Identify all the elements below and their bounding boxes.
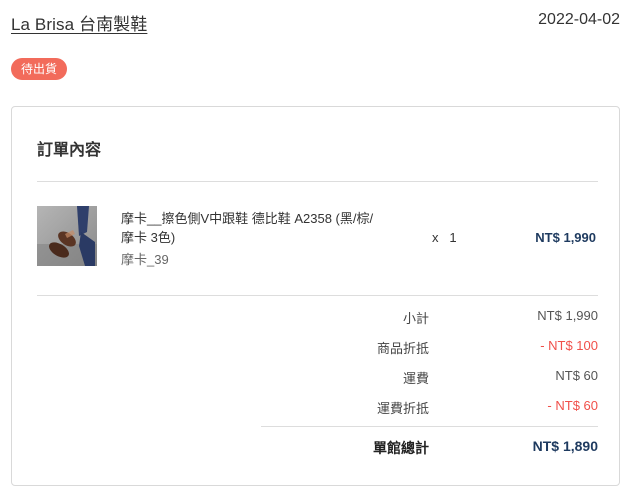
summary-row-subtotal: 小計 NT$ 1,990: [12, 308, 621, 328]
product-variant: 摩卡_39: [121, 252, 169, 267]
summary-row-total: 單館總計 NT$ 1,890: [12, 438, 621, 458]
order-card: 訂單內容 摩卡__擦色側V中跟鞋 德比鞋 A2358 (黑/棕/摩卡 3色) 摩…: [11, 106, 620, 486]
summary-value: NT$ 1,990: [537, 308, 598, 323]
summary-value: NT$ 60: [555, 368, 598, 383]
order-title: 訂單內容: [37, 142, 102, 159]
order-date: 2022-04-02: [538, 11, 620, 28]
summary-row-product-discount: 商品折抵 - NT$ 100: [12, 338, 621, 358]
status-badge: 待出貨: [11, 58, 68, 80]
product-thumbnail[interactable]: [37, 206, 97, 266]
summary-row-shipping: 運費 NT$ 60: [12, 368, 621, 388]
divider: [37, 295, 598, 296]
summary-label: 商品折抵: [376, 341, 429, 356]
total-value: NT$ 1,890: [532, 438, 598, 454]
product-photo-icon: [37, 206, 97, 266]
divider: [261, 426, 598, 427]
summary-label: 小計: [402, 311, 429, 326]
summary-value: - NT$ 60: [547, 398, 598, 413]
summary-row-shipping-discount: 運費折抵 - NT$ 60: [12, 398, 621, 418]
summary-label: 運費: [402, 371, 429, 386]
total-label: 單館總計: [373, 440, 429, 456]
product-name[interactable]: 摩卡__擦色側V中跟鞋 德比鞋 A2358 (黑/棕/摩卡 3色): [121, 209, 383, 247]
summary-value: - NT$ 100: [540, 338, 598, 353]
summary-label: 運費折抵: [376, 401, 429, 416]
product-quantity: x 1: [432, 230, 457, 245]
product-price: NT$ 1,990: [535, 230, 596, 245]
divider: [37, 181, 598, 182]
shop-name-link[interactable]: La Brisa 台南製鞋: [11, 10, 147, 35]
